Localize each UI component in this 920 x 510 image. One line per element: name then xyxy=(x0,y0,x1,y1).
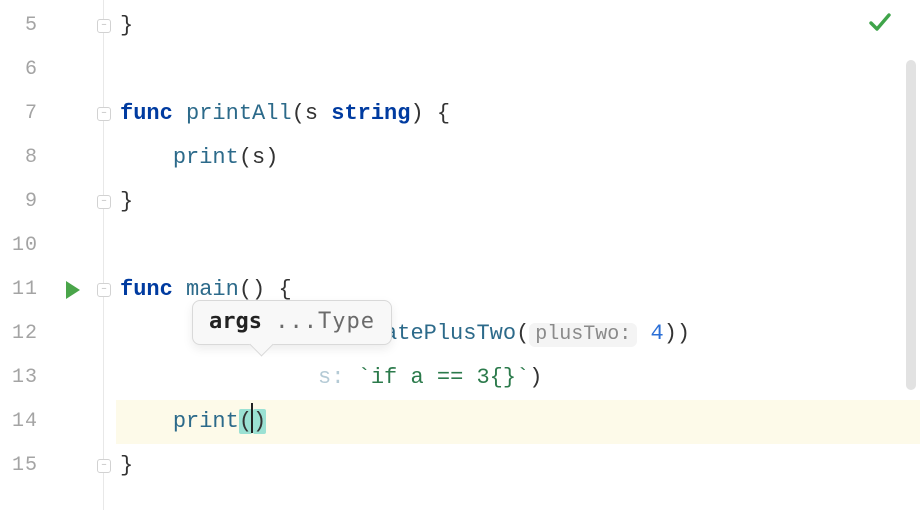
token-brace: { xyxy=(437,101,450,126)
line-number[interactable]: 5 xyxy=(0,4,56,48)
run-gutter-cell xyxy=(56,356,92,400)
line-number[interactable]: 10 xyxy=(0,224,56,268)
line-number[interactable]: 13 xyxy=(0,356,56,400)
line-number[interactable]: 9 xyxy=(0,180,56,224)
token-hint-label: plusTwo: xyxy=(535,323,631,346)
line-number[interactable]: 12 xyxy=(0,312,56,356)
scrollbar-thumb[interactable] xyxy=(906,60,916,390)
token-keyword: func xyxy=(120,277,173,302)
fold-gutter-cell xyxy=(92,356,116,400)
fold-gutter-cell xyxy=(92,224,116,268)
run-gutter-cell[interactable] xyxy=(56,268,92,312)
run-gutter-cell xyxy=(56,48,92,92)
code-line[interactable]: print(s) xyxy=(116,136,920,180)
code-line[interactable]: XXXXXXXXXX s: `if a == 3{}`) xyxy=(116,356,920,400)
token-faded: s: xyxy=(305,365,345,390)
token-punct: ) xyxy=(529,365,542,390)
token-punct: ) xyxy=(265,145,278,170)
run-gutter-cell xyxy=(56,224,92,268)
fold-toggle-icon[interactable]: – xyxy=(97,107,111,121)
token-keyword: func xyxy=(120,101,173,126)
code-line[interactable] xyxy=(116,224,920,268)
token-brace: } xyxy=(120,453,133,478)
line-number[interactable]: 15 xyxy=(0,444,56,488)
analysis-ok-icon[interactable] xyxy=(868,10,892,34)
token-punct: ( xyxy=(516,321,529,346)
fold-toggle-icon[interactable]: – xyxy=(97,19,111,33)
fold-gutter-cell xyxy=(92,136,116,180)
code-area[interactable]: } func printAll(s string) { print(s) } f… xyxy=(116,0,920,510)
line-number[interactable]: 11 xyxy=(0,268,56,312)
fold-toggle-icon[interactable]: – xyxy=(97,195,111,209)
token-punct: )) xyxy=(664,321,690,346)
token-number: 4 xyxy=(651,321,664,346)
fold-toggle-icon[interactable]: – xyxy=(97,283,111,297)
token-call-partial: atePlusTwo xyxy=(384,321,516,346)
fold-gutter-cell xyxy=(92,48,116,92)
line-number[interactable]: 14 xyxy=(0,400,56,444)
fold-gutter-cell xyxy=(92,312,116,356)
token-brace: } xyxy=(120,13,133,38)
fold-gutter: – – – – – xyxy=(92,0,116,510)
line-number[interactable]: 8 xyxy=(0,136,56,180)
token-arg: s xyxy=(252,145,265,170)
fold-gutter-cell[interactable]: – xyxy=(92,4,116,48)
token-matched-paren: ) xyxy=(253,409,266,434)
token-func-name: printAll xyxy=(186,101,292,126)
token-indent xyxy=(120,365,173,390)
fold-gutter-cell[interactable]: – xyxy=(92,444,116,488)
token-param: s xyxy=(305,101,318,126)
token-call: print xyxy=(173,145,239,170)
run-gutter-cell xyxy=(56,4,92,48)
code-line-active[interactable]: print() xyxy=(116,400,920,444)
code-line[interactable]: } xyxy=(116,4,920,48)
token-indent xyxy=(120,145,173,170)
line-number-gutter: 5 6 7 8 9 10 11 12 13 14 15 xyxy=(0,0,56,510)
parameter-info-tooltip: args ...Type xyxy=(192,300,392,345)
token-type: string xyxy=(331,101,410,126)
run-gutter-cell xyxy=(56,444,92,488)
line-number[interactable]: 7 xyxy=(0,92,56,136)
code-line[interactable]: } xyxy=(116,444,920,488)
token-func-name: main xyxy=(186,277,239,302)
token-punct: ( xyxy=(292,101,305,126)
fold-gutter-cell xyxy=(92,400,116,444)
code-line[interactable]: func printAll(s string) { xyxy=(116,92,920,136)
token-indent xyxy=(120,409,173,434)
token-brace: { xyxy=(278,277,291,302)
line-number[interactable]: 6 xyxy=(0,48,56,92)
run-gutter-cell xyxy=(56,92,92,136)
token-punct: ( xyxy=(239,145,252,170)
tooltip-param-name: args xyxy=(209,309,262,334)
run-gutter-cell xyxy=(56,136,92,180)
code-editor[interactable]: 5 6 7 8 9 10 11 12 13 14 15 – – – – xyxy=(0,0,920,510)
token-punct: () xyxy=(239,277,265,302)
token-raw-string: `if a == 3{}` xyxy=(358,365,530,390)
run-icon[interactable] xyxy=(66,281,80,299)
run-gutter-cell xyxy=(56,400,92,444)
code-line[interactable] xyxy=(116,48,920,92)
inlay-hint: plusTwo: xyxy=(529,323,637,347)
fold-gutter-cell[interactable]: – xyxy=(92,180,116,224)
run-gutter-cell xyxy=(56,312,92,356)
token-indent xyxy=(120,321,173,346)
run-gutter-cell xyxy=(56,180,92,224)
run-gutter xyxy=(56,0,92,510)
code-line[interactable]: } xyxy=(116,180,920,224)
token-brace: } xyxy=(120,189,133,214)
token-call: print xyxy=(173,409,239,434)
fold-toggle-icon[interactable]: – xyxy=(97,459,111,473)
token-punct: ) xyxy=(410,101,423,126)
fold-gutter-cell[interactable]: – xyxy=(92,268,116,312)
tooltip-param-type: ...Type xyxy=(275,309,375,334)
fold-gutter-cell[interactable]: – xyxy=(92,92,116,136)
